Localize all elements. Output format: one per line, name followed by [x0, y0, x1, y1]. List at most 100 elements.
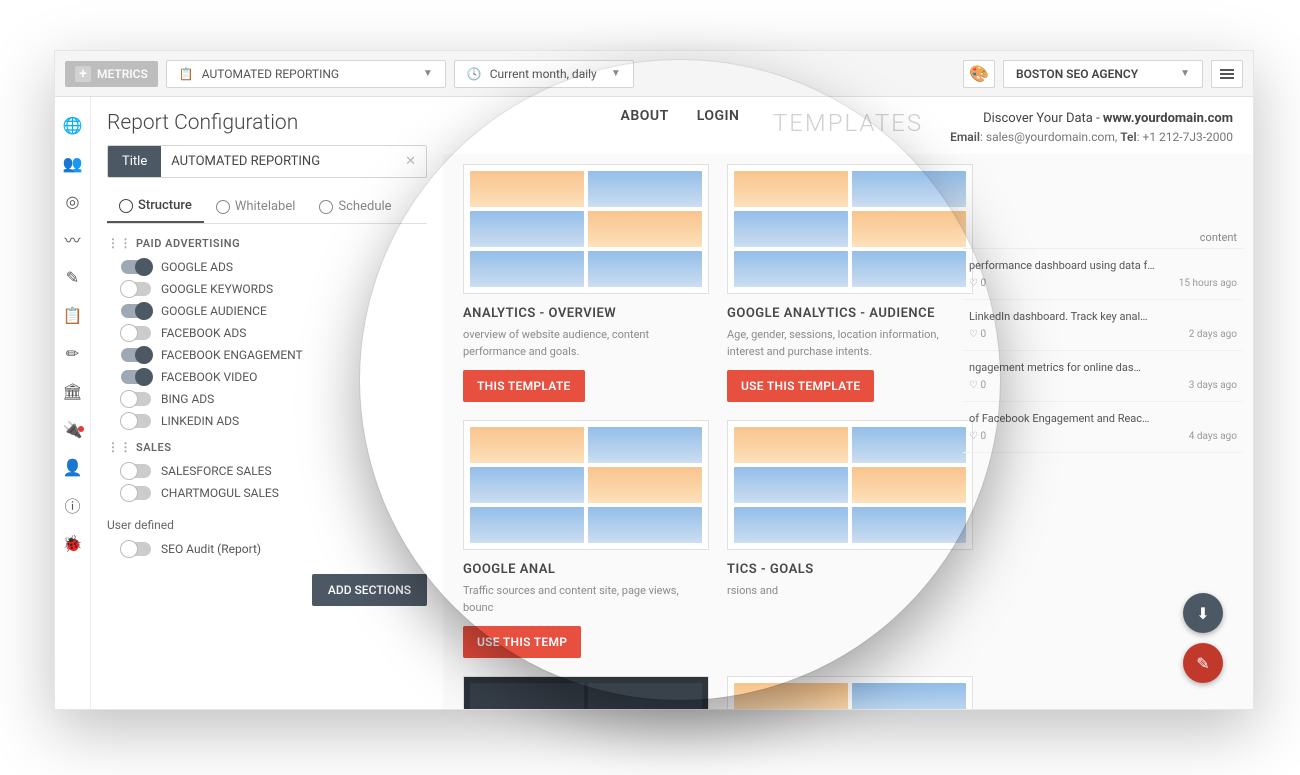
user-defined-head: User defined — [107, 518, 427, 532]
toggle-label: GOOGLE AUDIENCE — [161, 304, 267, 318]
pencil-icon[interactable]: ✏ — [65, 345, 81, 361]
user-defined-item[interactable]: SEO Audit (Report) — [107, 538, 427, 560]
activity-list: content performance dashboard using data… — [963, 227, 1243, 453]
toggle-label: GOOGLE KEYWORDS — [161, 282, 273, 296]
clipboard-icon: 📋 — [179, 67, 194, 81]
tab-structure[interactable]: Structure — [107, 190, 204, 223]
toggle-row[interactable]: GOOGLE KEYWORDS — [107, 278, 427, 300]
toggle-row[interactable]: GOOGLE AUDIENCE — [107, 300, 427, 322]
card-thumbnail[interactable] — [727, 164, 973, 294]
toggle-switch[interactable] — [121, 282, 151, 296]
title-input[interactable]: AUTOMATED REPORTING ✕ — [161, 146, 426, 177]
agency-dropdown[interactable]: BOSTON SEO AGENCY ▼ — [1003, 60, 1203, 88]
download-fab[interactable]: ⬇ — [1183, 593, 1223, 633]
main-content: TEMPLATES Discover Your Data - www.yourd… — [443, 97, 1253, 709]
toggle-label: CHARTMOGUL SALES — [161, 486, 279, 500]
toggle-switch[interactable] — [121, 370, 151, 384]
card-title: GOOGLE ANALYTICS - AUDIENCE — [727, 306, 973, 321]
like-count: ♡ 0 — [969, 380, 986, 391]
toggle-row[interactable]: LINKEDIN ADS — [107, 410, 427, 432]
toggle-label: LINKEDIN ADS — [161, 414, 239, 428]
section-head: ⋮⋮ PAID ADVERTISING — [107, 236, 427, 250]
toggle-label: FACEBOOK VIDEO — [161, 370, 257, 384]
card-title: GOOGLE ANAL — [463, 562, 709, 577]
activity-row-title: LinkedIn dashboard. Track key anal… — [969, 310, 1237, 323]
card-desc: overview of website audience, content pe… — [463, 327, 709, 360]
period-dropdown[interactable]: 🕓 Current month, daily ▼ — [454, 60, 634, 88]
bug-icon[interactable]: 🐞 — [65, 535, 81, 551]
clear-icon[interactable]: ✕ — [405, 154, 416, 169]
card-title: TICS - GOALS — [727, 562, 973, 577]
info-icon[interactable]: ⓘ — [65, 497, 81, 513]
card-desc: Age, gender, sessions, location informat… — [727, 327, 973, 360]
theme-toggle-button[interactable]: 🎨 — [963, 60, 995, 88]
schedule-icon — [319, 200, 333, 214]
toggle-label: FACEBOOK ADS — [161, 326, 246, 340]
activity-row[interactable]: LinkedIn dashboard. Track key anal…♡ 02 … — [963, 300, 1243, 351]
target-icon[interactable]: ◎ — [65, 193, 81, 209]
add-sections-button[interactable]: ADD SECTIONS — [312, 574, 427, 606]
toggle-switch[interactable] — [121, 392, 151, 406]
bank-icon[interactable]: 🏛 — [65, 383, 81, 399]
toggle-row[interactable]: FACEBOOK VIDEO — [107, 366, 427, 388]
toggle-label: GOOGLE ADS — [161, 260, 233, 274]
period-dropdown-label: Current month, daily — [490, 67, 597, 81]
chevron-down-icon: ▼ — [423, 68, 433, 79]
metrics-button[interactable]: + METRICS — [65, 61, 158, 87]
toggle-row[interactable]: SALESFORCE SALES — [107, 460, 427, 482]
use-template-button[interactable]: USE THIS TEMP — [463, 626, 581, 658]
activity-list-head: content — [963, 227, 1243, 249]
toggle-switch[interactable] — [121, 414, 151, 428]
activity-time: 3 days ago — [1189, 380, 1237, 391]
report-dropdown[interactable]: 📋 AUTOMATED REPORTING ▼ — [166, 60, 446, 88]
activity-row[interactable]: of Facebook Engagement and Reac…♡ 04 day… — [963, 402, 1243, 453]
toggle-row[interactable]: FACEBOOK ADS — [107, 322, 427, 344]
toggle-switch[interactable] — [121, 486, 151, 500]
card-desc: Traffic sources and content site, page v… — [463, 583, 709, 616]
edit-fab[interactable]: ✎ — [1183, 643, 1223, 683]
tab-schedule[interactable]: Schedule — [307, 190, 403, 223]
card-thumbnail[interactable] — [463, 420, 709, 550]
card-thumbnail[interactable] — [463, 676, 709, 709]
activity-time: 15 hours ago — [1179, 278, 1237, 289]
people-icon[interactable]: 👥 — [65, 155, 81, 171]
title-field-label: Title — [108, 146, 161, 177]
toggle-switch[interactable] — [121, 304, 151, 318]
toggle-row[interactable]: BING ADS — [107, 388, 427, 410]
toggle-switch[interactable] — [121, 348, 151, 362]
use-template-button[interactable]: USE THIS TEMPLATE — [727, 370, 874, 402]
clipboard-icon[interactable]: 📋 — [65, 307, 81, 323]
activity-row[interactable]: ngagement metrics for online das…♡ 03 da… — [963, 351, 1243, 402]
activity-row-title: performance dashboard using data f… — [969, 259, 1237, 272]
app-window: + METRICS 📋 AUTOMATED REPORTING ▼ 🕓 Curr… — [54, 50, 1254, 710]
globe-icon[interactable]: 🌐 — [65, 117, 81, 133]
use-template-button[interactable]: THIS TEMPLATE — [463, 370, 585, 402]
drag-handle-icon[interactable]: ⋮⋮ — [107, 236, 132, 250]
like-count: ♡ 0 — [969, 329, 986, 340]
toggle-switch[interactable] — [121, 326, 151, 340]
plug-icon[interactable]: 🔌 — [65, 421, 81, 437]
edit-icon[interactable]: ✎ — [65, 269, 81, 285]
toggle-switch[interactable] — [121, 260, 151, 274]
title-input-value: AUTOMATED REPORTING — [171, 154, 320, 169]
tab-whitelabel[interactable]: Whitelabel — [204, 190, 308, 223]
toggle-switch[interactable] — [121, 542, 151, 556]
toggle-row[interactable]: FACEBOOK ENGAGEMENT — [107, 344, 427, 366]
card-thumbnail[interactable] — [463, 164, 709, 294]
pencil-icon: ✎ — [1196, 654, 1209, 673]
whitelabel-icon — [216, 200, 230, 214]
activity-row-title: of Facebook Engagement and Reac… — [969, 412, 1237, 425]
menu-button[interactable] — [1211, 60, 1243, 88]
toggle-label: SALESFORCE SALES — [161, 464, 272, 478]
drag-handle-icon[interactable]: ⋮⋮ — [107, 440, 132, 454]
account-icon[interactable]: 👤 — [65, 459, 81, 475]
title-field-row: Title AUTOMATED REPORTING ✕ — [107, 145, 427, 178]
toggle-row[interactable]: CHARTMOGUL SALES — [107, 482, 427, 504]
activity-row[interactable]: performance dashboard using data f…♡ 015… — [963, 249, 1243, 300]
card-title: ANALYTICS - OVERVIEW — [463, 306, 709, 321]
card-thumbnail[interactable] — [727, 676, 973, 709]
card-thumbnail[interactable] — [727, 420, 973, 550]
toggle-switch[interactable] — [121, 464, 151, 478]
activity-icon[interactable]: 〰 — [65, 231, 81, 247]
toggle-row[interactable]: GOOGLE ADS — [107, 256, 427, 278]
